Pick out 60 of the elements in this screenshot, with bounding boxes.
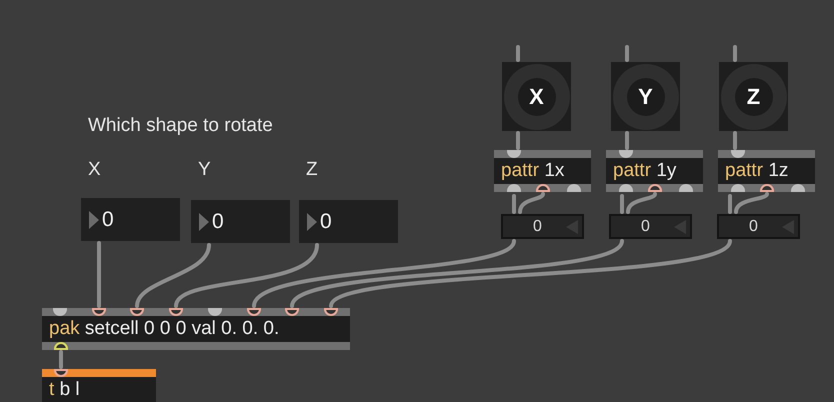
number-box[interactable]: 0 [717,214,800,239]
outlet-icon[interactable] [648,184,662,192]
triangle-icon [199,212,209,230]
object-box[interactable]: pattr 1y [606,150,703,192]
object-box[interactable]: pak setcell 0 0 0 val 0. 0. 0. [42,308,350,350]
comment-text: X [88,159,101,180]
number-value: 0 [102,208,114,232]
comment-text: Which shape to rotate [88,115,273,136]
patch-cord[interactable] [516,45,520,62]
patch-cord[interactable] [135,243,211,308]
number-value: 0 [749,218,758,236]
number-value: 0 [533,218,542,236]
object-text: pattr 1y [612,159,678,183]
inlet-icon[interactable] [169,308,183,316]
patch-cord[interactable] [626,192,657,214]
patch-cord[interactable] [174,243,319,308]
object-text: pak setcell 0 0 0 val 0. 0. 0. [48,317,280,341]
inlet-icon[interactable] [324,308,338,316]
patch-cord[interactable] [733,131,737,150]
patch-cord[interactable] [518,192,545,214]
patch-cord[interactable] [329,239,732,308]
toggle-button[interactable]: Z [719,62,788,131]
comment-text: Y [198,159,211,180]
outlet-icon[interactable] [54,342,68,350]
inlet-icon[interactable] [130,308,144,316]
patch-cord[interactable] [512,194,516,214]
number-value: 0 [212,210,224,234]
patch-cord[interactable] [620,194,624,214]
inlet-icon[interactable] [92,308,106,316]
object-text: pattr 1x [500,159,566,183]
object-box[interactable]: pattr 1z [718,150,815,192]
patch-cord[interactable] [516,131,520,150]
toggle-button[interactable]: Y [611,62,680,131]
inlet-icon[interactable] [285,308,299,316]
object-box[interactable]: t b l [42,369,156,402]
toggle-button[interactable]: X [502,62,571,131]
triangle-icon [89,210,99,228]
object-text: t b l [48,378,81,402]
object-text: pattr 1z [724,159,790,183]
patch-cord[interactable] [290,239,624,308]
outlet-icon[interactable] [760,184,774,192]
number-box[interactable]: 0 [191,200,290,243]
patch-cord[interactable] [625,45,629,62]
patch-cord[interactable] [734,192,769,214]
outlet-icon[interactable] [536,184,550,192]
number-box[interactable]: 0 [609,214,692,239]
patch-cord[interactable] [733,45,737,62]
inlet-icon[interactable] [54,369,68,377]
patch-cord[interactable] [252,239,516,308]
number-value: 0 [320,210,332,234]
patch-cord[interactable] [728,194,732,214]
patch-cord[interactable] [625,131,629,150]
object-box[interactable]: pattr 1x [494,150,591,192]
number-box[interactable]: 0 [501,214,584,239]
number-box[interactable]: 0 [81,198,180,241]
number-value: 0 [641,218,650,236]
comment-text: Z [306,159,318,180]
inlet-icon[interactable] [247,308,261,316]
number-box[interactable]: 0 [299,200,398,243]
triangle-icon [307,212,317,230]
